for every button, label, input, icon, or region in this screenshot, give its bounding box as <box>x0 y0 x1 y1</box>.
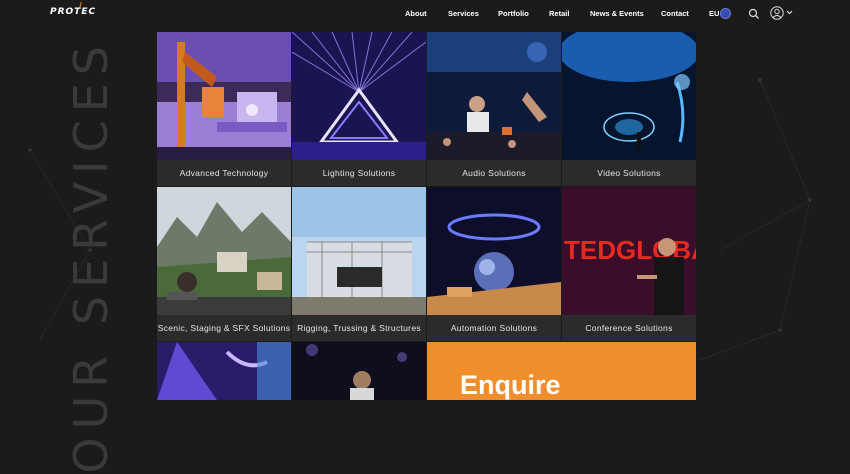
search-icon[interactable] <box>748 8 760 20</box>
nav-news-events[interactable]: News & Events <box>590 9 644 18</box>
site-header: PROTEC About Services Portfolio Retail N… <box>0 0 850 28</box>
user-icon[interactable] <box>770 6 784 20</box>
services-grid: Advanced Technology Lighting Solutions A… <box>157 32 696 400</box>
nav-contact[interactable]: Contact <box>661 9 689 18</box>
service-image <box>292 187 426 315</box>
nav-retail[interactable]: Retail <box>549 9 569 18</box>
nav-services[interactable]: Services <box>448 9 479 18</box>
service-image <box>157 32 291 160</box>
service-label: Rigging, Trussing & Structures <box>292 315 426 341</box>
page-title: OUR SERVICES <box>64 38 118 474</box>
enquire-heading: Enquire <box>460 370 561 400</box>
nav-portfolio[interactable]: Portfolio <box>498 9 529 18</box>
service-image <box>427 32 561 160</box>
nav-about[interactable]: About <box>405 9 427 18</box>
chevron-down-icon[interactable] <box>786 9 793 16</box>
service-label: Lighting Solutions <box>292 160 426 186</box>
service-label: Scenic, Staging & SFX Solutions <box>157 315 291 341</box>
service-image <box>562 32 696 160</box>
service-image <box>427 187 561 315</box>
service-image <box>292 342 426 400</box>
service-label: Advanced Technology <box>157 160 291 186</box>
globe-icon[interactable] <box>720 8 731 19</box>
service-label: Conference Solutions <box>562 315 696 341</box>
service-image: TEDGLOBA <box>562 187 696 315</box>
service-label: Automation Solutions <box>427 315 561 341</box>
service-label: Audio Solutions <box>427 160 561 186</box>
region-label[interactable]: EU <box>709 9 719 18</box>
logo[interactable]: PROTEC <box>50 7 96 17</box>
service-image <box>292 32 426 160</box>
enquire-panel[interactable]: Enquire <box>427 342 696 400</box>
service-image <box>157 342 291 400</box>
service-label: Video Solutions <box>562 160 696 186</box>
service-image <box>157 187 291 315</box>
